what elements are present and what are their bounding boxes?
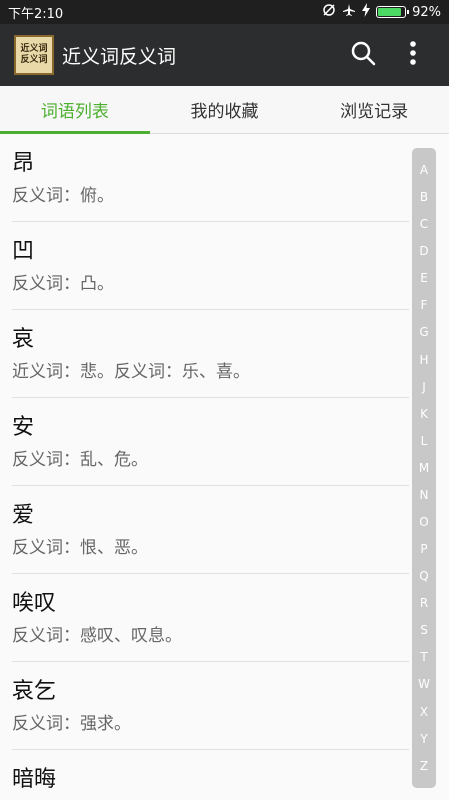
list-item-word: 昂 xyxy=(12,151,35,176)
index-letter-n[interactable]: N xyxy=(420,487,429,503)
app-bar: 近义词 反义词 近义词反义词 xyxy=(0,24,449,86)
list-item-word: 爱 xyxy=(12,503,35,528)
index-letter-l[interactable]: L xyxy=(421,433,428,449)
list-item-detail: 反义词：乱、危。 xyxy=(12,450,148,470)
tab-bar: 词语列表 我的收藏 浏览记录 xyxy=(0,86,449,134)
list-item-word: 唉叹 xyxy=(12,591,57,616)
charging-icon xyxy=(362,3,371,21)
list-item[interactable]: 爱 反义词：恨、恶。 xyxy=(12,486,409,574)
list-item[interactable]: 安 反义词：乱、危。 xyxy=(12,398,409,486)
index-letter-m[interactable]: M xyxy=(419,460,429,476)
list-item-detail: 反义词：恨、恶。 xyxy=(12,538,148,558)
tab-favorites[interactable]: 我的收藏 xyxy=(150,86,300,133)
index-letter-y[interactable]: Y xyxy=(420,731,427,747)
list-item-detail: 反义词：俯。 xyxy=(12,186,114,206)
index-letter-f[interactable]: F xyxy=(421,297,428,313)
index-letter-z[interactable]: Z xyxy=(420,758,428,774)
list-item-word: 凹 xyxy=(12,239,35,264)
search-icon xyxy=(350,40,376,70)
index-letter-x[interactable]: X xyxy=(420,704,428,720)
overflow-menu-button[interactable] xyxy=(391,33,435,77)
sync-off-icon xyxy=(322,3,336,21)
status-bar: 下午2:10 92% xyxy=(0,0,449,24)
list-item[interactable]: 暗晦 xyxy=(12,750,409,800)
index-letter-d[interactable]: D xyxy=(419,243,428,259)
list-item[interactable]: 凹 反义词：凸。 xyxy=(12,222,409,310)
app-logo: 近义词 反义词 xyxy=(14,35,54,75)
index-letter-j[interactable]: J xyxy=(422,379,426,395)
airplane-icon xyxy=(342,3,356,21)
status-icons: 92% xyxy=(322,3,441,21)
index-letter-e[interactable]: E xyxy=(420,270,428,286)
list-item-word: 哀 xyxy=(12,327,35,352)
app-title: 近义词反义词 xyxy=(62,45,177,68)
more-vertical-icon xyxy=(409,40,417,70)
index-letter-r[interactable]: R xyxy=(420,595,428,611)
list-item[interactable]: 哀乞 反义词：强求。 xyxy=(12,662,409,750)
status-time: 下午2:10 xyxy=(8,6,64,22)
list-item-word: 暗晦 xyxy=(12,767,57,792)
index-letter-b[interactable]: B xyxy=(420,189,428,205)
list-item-word: 哀乞 xyxy=(12,679,57,704)
tab-word-list[interactable]: 词语列表 xyxy=(0,86,150,134)
list-item[interactable]: 昂 反义词：俯。 xyxy=(12,134,409,222)
list-item-detail: 反义词：强求。 xyxy=(12,714,131,734)
search-button[interactable] xyxy=(341,33,385,77)
index-letter-q[interactable]: Q xyxy=(419,568,428,584)
index-letter-a[interactable]: A xyxy=(420,162,428,178)
index-letter-k[interactable]: K xyxy=(420,406,428,422)
logo-line-2: 反义词 xyxy=(20,55,48,65)
tab-history[interactable]: 浏览记录 xyxy=(299,86,449,133)
list-item-word: 安 xyxy=(12,415,35,440)
battery-icon xyxy=(376,6,410,18)
list-item-detail: 近义词：悲。反义词：乐、喜。 xyxy=(12,362,250,382)
battery-percent: 92% xyxy=(412,4,441,20)
battery-level xyxy=(378,8,402,16)
index-letter-t[interactable]: T xyxy=(420,649,427,665)
list-item-detail: 反义词：感叹、叹息。 xyxy=(12,626,182,646)
list-item-detail: 反义词：凸。 xyxy=(12,274,114,294)
index-letter-h[interactable]: H xyxy=(419,352,428,368)
list-item[interactable]: 哀 近义词：悲。反义词：乐、喜。 xyxy=(12,310,409,398)
alphabet-index-bar[interactable]: ABCDEFGHJKLMNOPQRSTWXYZ xyxy=(412,148,436,788)
index-letter-o[interactable]: O xyxy=(419,514,428,530)
index-letter-p[interactable]: P xyxy=(420,541,427,557)
index-letter-c[interactable]: C xyxy=(420,216,428,232)
index-letter-w[interactable]: W xyxy=(418,676,430,692)
index-letter-g[interactable]: G xyxy=(419,324,428,340)
list-item[interactable]: 唉叹 反义词：感叹、叹息。 xyxy=(12,574,409,662)
word-list[interactable]: 昂 反义词：俯。 凹 反义词：凸。 哀 近义词：悲。反义词：乐、喜。 安 反义词… xyxy=(0,134,449,800)
index-letter-s[interactable]: S xyxy=(420,622,428,638)
logo-line-1: 近义词 xyxy=(20,44,48,54)
